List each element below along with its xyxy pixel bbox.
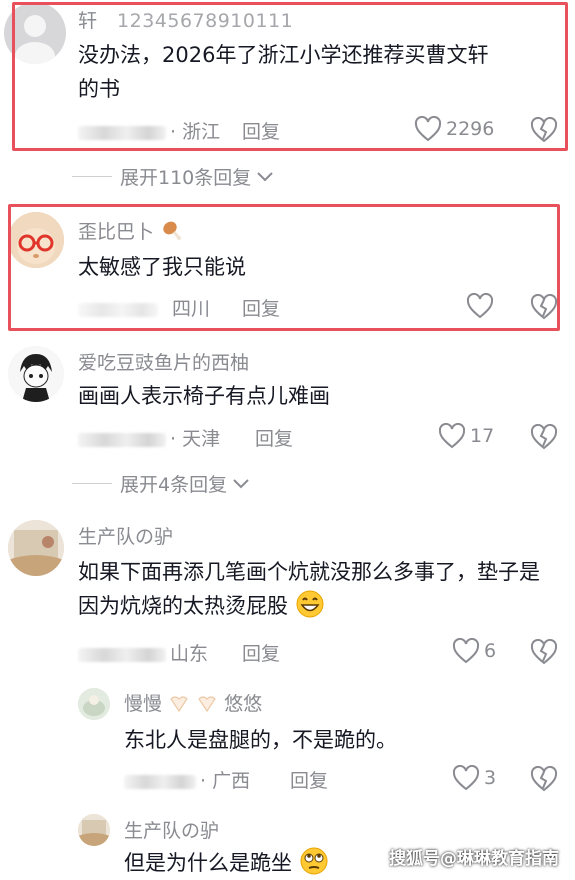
- comment-text: 画画人表示椅子有点儿难画: [78, 384, 330, 408]
- reply-meta: · 广西: [124, 766, 250, 793]
- like-button[interactable]: 17: [438, 423, 494, 449]
- reply-button[interactable]: 回复: [242, 117, 280, 144]
- grin-emoji: [296, 590, 324, 618]
- heart-icon: [466, 293, 494, 319]
- avatar[interactable]: [78, 688, 110, 720]
- comment-username[interactable]: 歪比巴卜: [78, 217, 182, 244]
- watermark: 搜狐号@琳琳教育指南: [389, 849, 559, 869]
- reply-button[interactable]: 回复: [242, 639, 280, 666]
- comment-meta: 四川: [78, 294, 210, 321]
- expand-label: 展开110条回复: [120, 167, 252, 189]
- expand-replies-button[interactable]: 展开110条回复: [72, 163, 275, 190]
- divider-line: [72, 483, 112, 484]
- reply-text: 东北人是盘腿的，不是跪的。: [124, 728, 397, 752]
- dislike-heart-icon[interactable]: [530, 294, 558, 320]
- like-count: 2296: [446, 118, 495, 140]
- like-button[interactable]: [466, 293, 498, 319]
- avatar[interactable]: [8, 212, 64, 268]
- comment-username[interactable]: 生产队の驴: [78, 522, 173, 549]
- avatar[interactable]: [8, 346, 64, 402]
- user-id: 12345678910111: [117, 10, 294, 32]
- username-text: 歪比巴卜: [78, 221, 155, 243]
- comment-username[interactable]: 爱吃豆豉鱼片的西柚: [78, 348, 249, 375]
- like-count: 6: [484, 640, 497, 662]
- timestamp-blurred: [78, 432, 166, 447]
- timestamp-blurred: [78, 125, 166, 140]
- timestamp-blurred: [78, 302, 158, 317]
- heart-icon: [452, 765, 480, 791]
- divider-line: [72, 176, 112, 177]
- avatar[interactable]: [4, 2, 66, 64]
- timestamp-blurred: [78, 647, 166, 662]
- like-count: 3: [484, 767, 497, 789]
- comment-location: 山东: [170, 643, 209, 665]
- username-text: 轩: [78, 10, 98, 32]
- dislike-heart-icon[interactable]: [530, 117, 558, 143]
- chevron-down-icon: [233, 478, 249, 488]
- comment-location: · 天津: [170, 428, 221, 450]
- heart-icon: [438, 423, 466, 449]
- chevron-down-icon: [257, 171, 273, 181]
- dislike-heart-icon[interactable]: [530, 424, 558, 450]
- drumstick-icon: [163, 221, 182, 240]
- comment-text: 没办法，2026年了浙江小学还推荐买曹文轩的书: [78, 43, 489, 101]
- reply-button[interactable]: 回复: [290, 766, 328, 793]
- comment-username[interactable]: 轩 12345678910111: [78, 6, 293, 33]
- reply-text: 但是为什么是跪坐: [124, 846, 424, 880]
- username-part: 悠悠: [224, 693, 263, 715]
- reply-button[interactable]: 回复: [242, 294, 280, 321]
- comment-text: 太敏感了我只能说: [78, 255, 246, 279]
- like-button[interactable]: 3: [452, 765, 496, 791]
- reply-button[interactable]: 回复: [255, 424, 293, 451]
- expand-replies-button[interactable]: 展开4条回复: [72, 470, 251, 497]
- dislike-heart-icon[interactable]: [530, 766, 558, 792]
- timestamp-blurred: [124, 774, 196, 789]
- reply-username[interactable]: 慢慢 悠悠: [124, 689, 262, 716]
- heart-icon: [452, 638, 480, 664]
- username-part: 慢慢: [124, 693, 163, 715]
- reply-text-content: 但是为什么是跪坐: [124, 851, 292, 875]
- eye-roll-emoji: [300, 847, 328, 875]
- like-count: 17: [470, 425, 495, 447]
- comment-location: 四川: [172, 298, 211, 320]
- reply-location: · 广西: [200, 770, 251, 792]
- angel-icon: [198, 696, 216, 713]
- comment-meta: · 天津: [78, 424, 220, 451]
- avatar[interactable]: [8, 520, 64, 576]
- angel-icon: [170, 696, 188, 713]
- comment-meta: · 浙江: [78, 117, 220, 144]
- like-button[interactable]: 2296: [414, 116, 494, 142]
- heart-icon: [414, 116, 442, 142]
- comment-text: 如果下面再添几笔画个炕就没那么多事了，垫子是因为炕烧的太热烫屁股: [78, 555, 556, 623]
- comment-meta: 山东: [78, 639, 208, 666]
- expand-label: 展开4条回复: [120, 474, 228, 496]
- avatar[interactable]: [78, 814, 110, 846]
- dislike-heart-icon[interactable]: [530, 639, 558, 665]
- like-button[interactable]: 6: [452, 638, 496, 664]
- reply-username[interactable]: 生产队の驴: [124, 816, 219, 843]
- comment-location: · 浙江: [170, 121, 221, 143]
